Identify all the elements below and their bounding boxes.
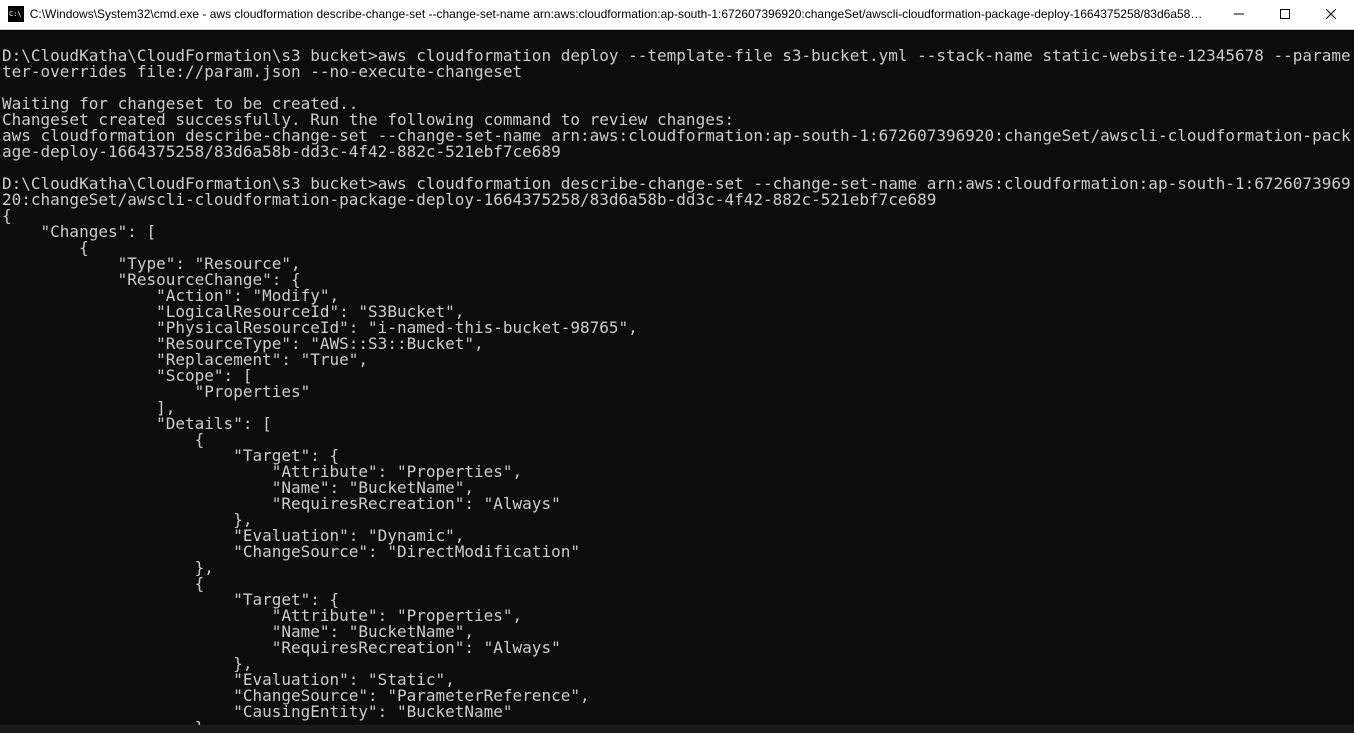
terminal-line: {	[2, 208, 1354, 224]
terminal-line: },	[2, 560, 1354, 576]
close-button[interactable]	[1308, 0, 1354, 29]
terminal-line: "Changes": [	[2, 224, 1354, 240]
window-title: C:\Windows\System32\cmd.exe - aws cloudf…	[30, 7, 1216, 21]
terminal-line: "Details": [	[2, 416, 1354, 432]
minimize-icon	[1234, 9, 1244, 19]
terminal-output[interactable]: D:\CloudKatha\CloudFormation\s3 bucket>a…	[0, 30, 1354, 726]
window-controls	[1216, 0, 1354, 29]
terminal-line: D:\CloudKatha\CloudFormation\s3 bucket>a…	[2, 48, 1354, 80]
titlebar[interactable]: C:\Windows\System32\cmd.exe - aws cloudf…	[0, 0, 1354, 30]
terminal-line: aws cloudformation describe-change-set -…	[2, 128, 1354, 160]
cmd-window: C:\Windows\System32\cmd.exe - aws cloudf…	[0, 0, 1354, 733]
taskbar-sliver	[0, 725, 1354, 733]
maximize-button[interactable]	[1262, 0, 1308, 29]
minimize-button[interactable]	[1216, 0, 1262, 29]
terminal-line: "CausingEntity": "BucketName"	[2, 704, 1354, 720]
terminal-line: D:\CloudKatha\CloudFormation\s3 bucket>a…	[2, 176, 1354, 208]
terminal-line: "Properties"	[2, 384, 1354, 400]
cmd-icon	[8, 6, 24, 22]
maximize-icon	[1280, 9, 1290, 19]
close-icon	[1326, 9, 1336, 19]
